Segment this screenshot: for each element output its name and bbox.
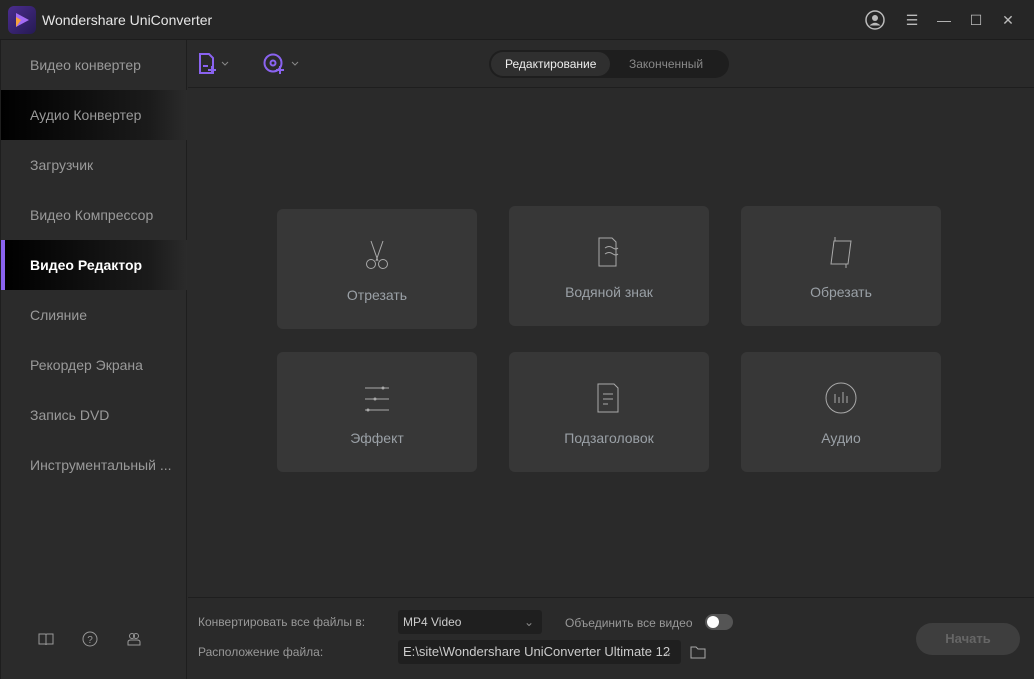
community-icon[interactable]	[125, 630, 143, 648]
sidebar-item-toolbox[interactable]: Инструментальный ...	[1, 440, 187, 490]
add-dvd-button[interactable]	[263, 53, 303, 80]
sidebar-item-video-editor[interactable]: Видео Редактор	[1, 240, 187, 290]
tool-card-subtitle[interactable]: Подзаголовок	[509, 352, 709, 472]
help-icon[interactable]: ?	[81, 630, 99, 648]
minimize-icon[interactable]: —	[934, 10, 954, 30]
tool-label: Водяной знак	[565, 284, 653, 300]
subtitle-icon	[597, 383, 619, 413]
tool-card-effect[interactable]: Эффект	[277, 352, 477, 472]
chevron-down-icon: ⌄	[523, 615, 534, 629]
sidebar-item-video-converter[interactable]: Видео конвертер	[1, 40, 187, 90]
tool-label: Аудио	[821, 430, 861, 446]
tool-card-watermark[interactable]: Водяной знак	[509, 206, 709, 326]
scissors-icon	[366, 240, 388, 269]
merge-label: Объединить все видео	[565, 616, 693, 630]
app-logo	[8, 6, 36, 34]
sidebar: Видео конвертер Аудио Конвертер Загрузчи…	[0, 40, 187, 679]
title-bar: Wondershare UniConverter ☰ — ☐ ✕	[0, 0, 1034, 40]
file-location-value: E:\site\Wondershare UniConverter Ultimat…	[403, 644, 671, 659]
effect-sliders-icon	[365, 386, 389, 412]
tab-editing[interactable]: Редактирование	[491, 52, 611, 76]
svg-text:?: ?	[87, 635, 93, 646]
sidebar-item-screen-recorder[interactable]: Рекордер Экрана	[1, 340, 187, 390]
output-format-select[interactable]: MP4 Video ⌄	[398, 610, 542, 634]
file-location-label: Расположение файла:	[198, 645, 324, 659]
tool-label: Обрезать	[810, 284, 872, 300]
tool-label: Эффект	[350, 430, 404, 446]
crop-icon	[830, 237, 852, 268]
output-format-value: MP4 Video	[403, 615, 462, 629]
start-button[interactable]: Начать	[916, 623, 1020, 655]
toolbar: Редактирование Законченный	[188, 40, 1034, 88]
sidebar-item-merge[interactable]: Слияние	[1, 290, 187, 340]
sidebar-item-dvd-burn[interactable]: Запись DVD	[1, 390, 187, 440]
folder-icon[interactable]	[690, 645, 706, 659]
tool-card-trim[interactable]: Отрезать	[277, 209, 477, 329]
account-icon[interactable]	[865, 10, 885, 30]
audio-icon	[825, 382, 857, 414]
chevron-down-icon: ⌄	[662, 644, 673, 659]
sidebar-item-compressor[interactable]: Видео Компрессор	[1, 190, 187, 240]
close-icon[interactable]: ✕	[998, 10, 1018, 30]
file-location-select[interactable]: E:\site\Wondershare UniConverter Ultimat…	[398, 640, 681, 664]
maximize-icon[interactable]: ☐	[966, 10, 986, 30]
sidebar-item-audio-converter[interactable]: Аудио Конвертер	[1, 90, 187, 140]
tool-card-crop[interactable]: Обрезать	[741, 206, 941, 326]
merge-toggle[interactable]	[705, 614, 733, 630]
convert-all-label: Конвертировать все файлы в:	[198, 615, 366, 629]
watermark-icon	[598, 237, 619, 267]
add-file-button[interactable]	[198, 53, 232, 80]
bottom-panel: Конвертировать все файлы в: MP4 Video ⌄ О…	[188, 597, 1034, 679]
tool-card-audio[interactable]: Аудио	[741, 352, 941, 472]
tab-finished[interactable]: Законченный	[615, 52, 717, 76]
tool-label: Подзаголовок	[564, 430, 654, 446]
tab-group: Редактирование Законченный	[489, 50, 729, 78]
guide-book-icon[interactable]	[37, 630, 55, 648]
add-file-icon	[199, 53, 229, 74]
tool-label: Отрезать	[346, 287, 408, 303]
menu-icon[interactable]: ☰	[902, 10, 922, 30]
app-title: Wondershare UniConverter	[42, 12, 213, 28]
sidebar-item-downloader[interactable]: Загрузчик	[1, 140, 187, 190]
add-dvd-icon	[263, 53, 299, 74]
